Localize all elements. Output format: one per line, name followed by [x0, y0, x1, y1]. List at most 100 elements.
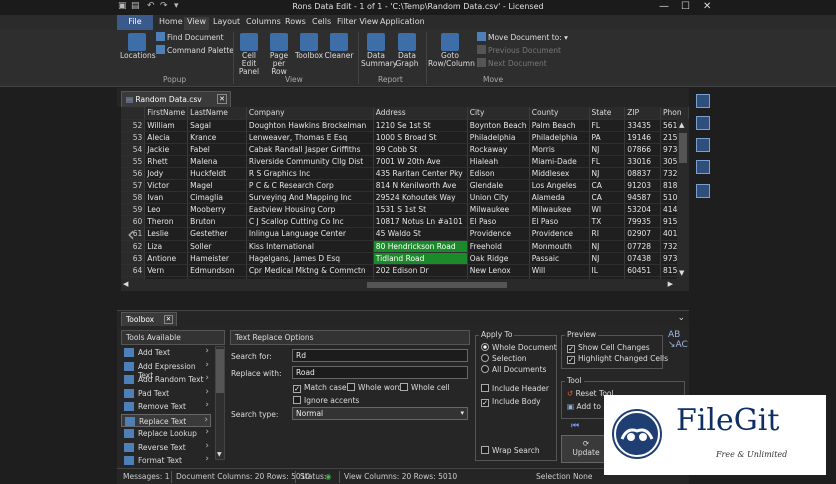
table-cell[interactable]: 80 Hendrickson Road — [373, 240, 468, 253]
search-for-input[interactable]: Rd — [292, 349, 468, 362]
table-cell[interactable]: Inlingua Language Center — [246, 227, 374, 241]
table-cell[interactable]: TX — [589, 215, 626, 229]
table-cell[interactable]: Huckfeldt — [187, 167, 247, 181]
column-header[interactable]: ZIP — [624, 107, 662, 120]
table-cell[interactable]: Theron — [144, 215, 189, 229]
table-cell[interactable]: Middlesex — [529, 167, 590, 181]
table-cell[interactable]: C J Scallop Cutting Co Inc — [246, 215, 374, 229]
table-cell[interactable]: 814 N Kenilworth Ave — [373, 179, 468, 193]
page-per-row-button[interactable]: Page per Row — [264, 33, 294, 76]
table-cell[interactable]: Hameister — [187, 252, 247, 265]
table-row[interactable]: 62 Liza Soller Kiss International 80 Hendric… — [121, 240, 689, 253]
column-header[interactable]: Company — [246, 107, 374, 120]
all-documents-radio[interactable]: All Documents — [481, 365, 546, 374]
table-cell[interactable]: El Paso — [467, 215, 530, 229]
table-cell[interactable]: RI — [589, 227, 626, 241]
table-cell[interactable]: Providence — [467, 227, 530, 241]
table-cell[interactable]: 45 Waldo St — [373, 227, 468, 241]
maximize-button[interactable]: ☐ — [681, 1, 690, 12]
table-cell[interactable]: Alecia — [144, 131, 189, 144]
whole-word-checkbox[interactable]: Whole word — [347, 383, 402, 392]
table-cell[interactable]: 91203 — [624, 179, 662, 193]
table-cell[interactable]: Fabel — [187, 143, 247, 156]
show-cell-changes-checkbox[interactable]: ✓ Show Cell Changes — [567, 343, 650, 353]
close-tab-icon[interactable]: ✕ — [217, 94, 227, 104]
table-cell[interactable]: 79935 — [624, 215, 662, 229]
table-cell[interactable]: Los Angeles — [529, 179, 590, 193]
table-cell[interactable]: Milwaukee — [467, 203, 530, 217]
row-number[interactable]: 56 — [121, 167, 146, 181]
column-header[interactable]: City — [467, 107, 530, 120]
table-cell[interactable]: Jody — [144, 167, 189, 181]
table-cell[interactable]: Rockaway — [467, 143, 530, 156]
include-header-checkbox[interactable]: Include Header — [481, 384, 549, 393]
table-cell[interactable]: New Lenox — [467, 264, 530, 277]
table-cell[interactable]: Sagal — [187, 119, 247, 132]
move-document-to-button[interactable]: Move Document to: ▾ — [477, 32, 568, 42]
tool-item[interactable]: Format Text › — [121, 454, 211, 467]
table-cell[interactable]: CA — [589, 179, 626, 193]
table-cell[interactable]: IL — [589, 264, 626, 277]
data-grid[interactable]: FirstName LastName Company Address City … — [121, 107, 689, 291]
table-cell[interactable]: Antione — [144, 252, 189, 265]
table-cell[interactable]: Soller — [187, 240, 247, 253]
previous-document-button[interactable]: Previous Document — [477, 45, 561, 55]
scroll-thumb[interactable] — [679, 133, 687, 163]
table-cell[interactable]: Hagelgans, James D Esq — [246, 252, 374, 265]
column-header[interactable]: FirstName — [144, 107, 189, 120]
table-cell[interactable]: Surveying And Mapping Inc — [246, 191, 374, 205]
table-cell[interactable]: Tidland Road — [373, 252, 468, 265]
scroll-up-icon[interactable]: ▲ — [679, 121, 684, 129]
close-button[interactable]: ✕ — [703, 1, 711, 12]
scroll-left-icon[interactable]: ◀ — [123, 280, 128, 288]
table-cell[interactable]: Milwaukee — [529, 203, 590, 217]
scroll-right-icon[interactable]: ▶ — [668, 280, 673, 288]
row-number[interactable]: 64 — [121, 264, 146, 277]
table-row[interactable]: 55 Rhett Malena Riverside Community Cllg Di… — [121, 155, 689, 168]
row-number[interactable]: 55 — [121, 155, 146, 168]
table-cell[interactable]: 7001 W 20th Ave — [373, 155, 468, 168]
column-header[interactable]: County — [529, 107, 590, 120]
table-cell[interactable]: Magel — [187, 179, 247, 193]
table-cell[interactable]: Philadelphia — [529, 131, 590, 144]
table-cell[interactable]: 94587 — [624, 191, 662, 205]
search-type-select[interactable]: Normal ▾ — [292, 407, 468, 420]
table-cell[interactable]: Providence — [529, 227, 590, 241]
table-row[interactable]: 64 Vern Edmundson Cpr Medical Mktng & Commc… — [121, 264, 689, 277]
table-cell[interactable]: 53204 — [624, 203, 662, 217]
row-number[interactable]: 57 — [121, 179, 146, 193]
table-cell[interactable]: Vern — [144, 264, 189, 277]
table-cell[interactable]: 07728 — [624, 240, 662, 253]
table-cell[interactable]: 1000 S Broad St — [373, 131, 468, 144]
table-cell[interactable]: Union City — [467, 191, 530, 205]
table-cell[interactable]: Leslie — [144, 227, 189, 241]
grid-horizontal-scrollbar[interactable]: ◀ ▶ — [121, 279, 689, 291]
tool-item[interactable]: Add Random Text › — [121, 373, 211, 386]
table-row[interactable]: 57 Victor Magel P C & C Research Corp 814 N … — [121, 179, 689, 193]
table-cell[interactable]: Mooberry — [187, 203, 247, 217]
match-case-checkbox[interactable]: ✓ Match case — [293, 383, 347, 393]
table-cell[interactable]: 33016 — [624, 155, 662, 168]
minimize-button[interactable]: — — [659, 1, 669, 12]
table-cell[interactable]: Cpr Medical Mktng & Commctn — [246, 264, 374, 277]
table-row[interactable]: 59 Leo Mooberry Eastview Housing Corp 1531 S… — [121, 203, 689, 217]
table-cell[interactable]: Monmouth — [529, 240, 590, 253]
text-case-icon[interactable]: AB ↘AC — [668, 330, 688, 350]
tool-item[interactable]: Pad Text › — [121, 387, 211, 400]
table-cell[interactable]: Alameda — [529, 191, 590, 205]
tool-item[interactable]: Replace Lookup › — [121, 427, 211, 440]
table-cell[interactable]: Cabak Randall Jasper Griffiths — [246, 143, 374, 156]
grid-view-icon[interactable] — [696, 138, 710, 152]
table-cell[interactable]: Palm Beach — [529, 119, 590, 132]
toolbox-tab[interactable]: Toolbox ✕ — [121, 312, 177, 327]
console-icon[interactable] — [696, 184, 710, 198]
table-cell[interactable]: Kiss International — [246, 240, 374, 253]
table-cell[interactable]: 08837 — [624, 167, 662, 181]
whole-cell-checkbox[interactable]: Whole cell — [400, 383, 450, 392]
table-cell[interactable]: Freehold — [467, 240, 530, 253]
windows-icon[interactable] — [696, 116, 710, 130]
table-cell[interactable]: Malena — [187, 155, 247, 168]
scroll-down-icon[interactable]: ▼ — [679, 269, 684, 277]
table-cell[interactable]: Leo — [144, 203, 189, 217]
table-cell[interactable]: Hialeah — [467, 155, 530, 168]
